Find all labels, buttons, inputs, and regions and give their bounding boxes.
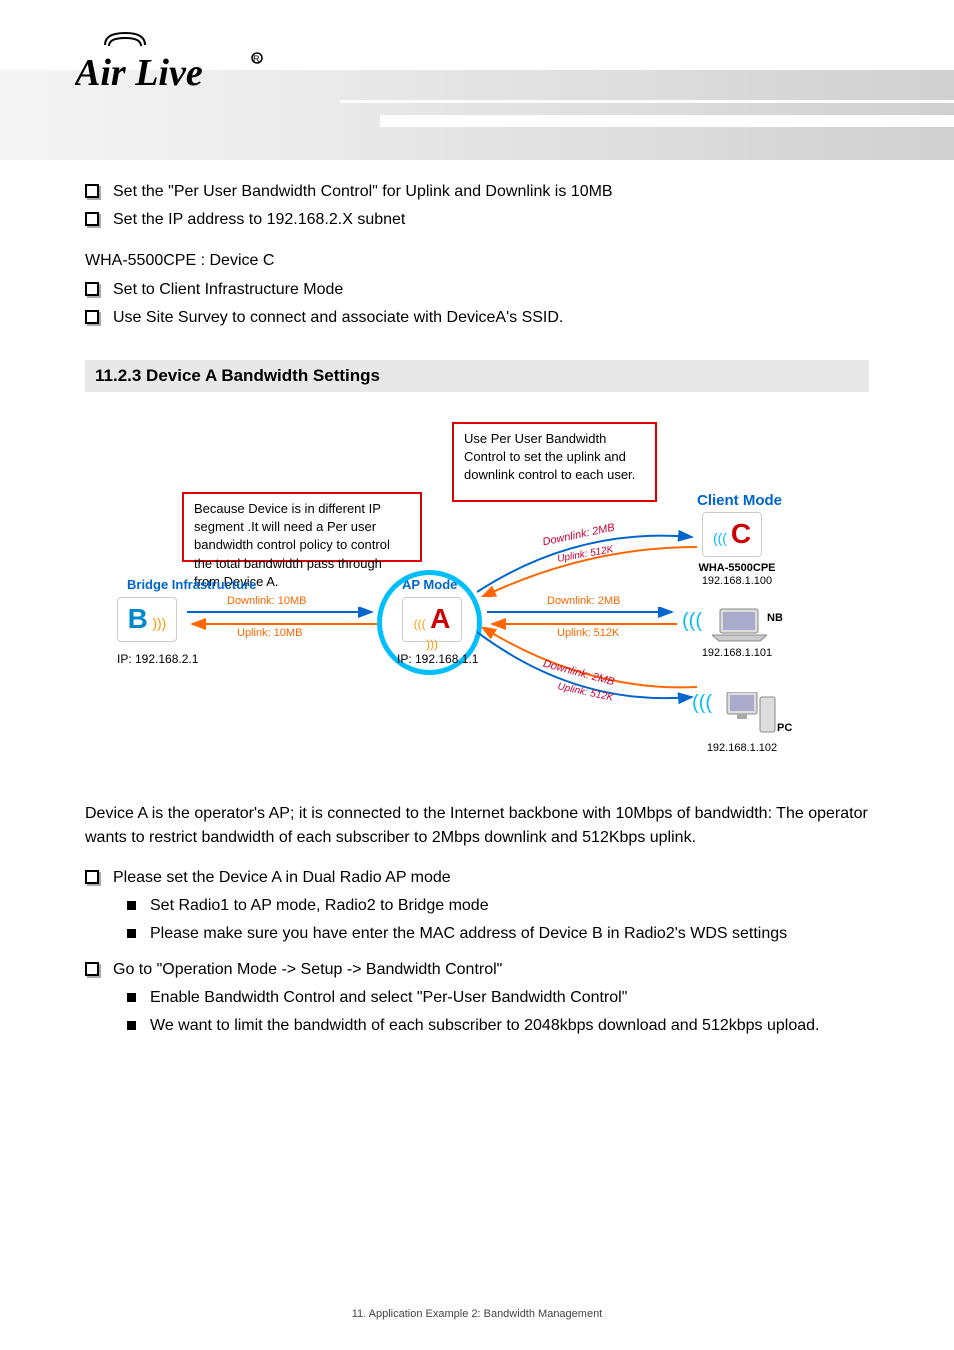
bandwidth-diagram: Because Device is in different IP segmen…	[117, 412, 837, 782]
square-icon	[127, 1021, 136, 1030]
bullet-item: Use Site Survey to connect and associate…	[85, 306, 869, 330]
uplink-10-label: Uplink: 10MB	[237, 627, 302, 639]
device-c-heading: WHA-5500CPE : Device C	[85, 252, 869, 270]
bullet-item: Set the "Per User Bandwidth Control" for…	[85, 180, 869, 204]
bullet-item: Set the IP address to 192.168.2.X subnet	[85, 208, 869, 232]
checkbox-icon	[85, 282, 99, 296]
sub-bullet-item: Set Radio1 to AP mode, Radio2 to Bridge …	[127, 894, 869, 918]
ip-nb: 192.168.1.101	[692, 647, 782, 659]
square-icon	[127, 901, 136, 910]
svg-text:R: R	[253, 54, 260, 64]
device-a-intro: Device A is the operator's AP; it is con…	[85, 802, 869, 850]
section-title: 11.2.3 Device A Bandwidth Settings	[85, 360, 869, 392]
bullet-text: Set the "Per User Bandwidth Control" for…	[113, 180, 613, 204]
node-b: B )))	[117, 597, 177, 642]
bullet-text: Set the IP address to 192.168.2.X subnet	[113, 208, 405, 232]
bullet-item: Go to "Operation Mode -> Setup -> Bandwi…	[85, 958, 869, 982]
airlive-logo: Air Live R	[75, 30, 275, 105]
sub-bullet-item: Please make sure you have enter the MAC …	[127, 922, 869, 946]
checkbox-icon	[85, 212, 99, 226]
header-stripe2	[380, 115, 954, 127]
square-icon	[127, 993, 136, 1002]
square-icon	[127, 929, 136, 938]
laptop-icon	[712, 607, 767, 642]
sub-bullet-text: Set Radio1 to AP mode, Radio2 to Bridge …	[150, 894, 489, 918]
ip-pc: 192.168.1.102	[697, 742, 787, 754]
sub-bullet-item: Enable Bandwidth Control and select "Per…	[127, 986, 869, 1010]
checkbox-icon	[85, 962, 99, 976]
bullet-text: Use Site Survey to connect and associate…	[113, 306, 563, 330]
bridge-label: Bridge Infrastructure	[127, 577, 256, 592]
bullet-item: Please set the Device A in Dual Radio AP…	[85, 866, 869, 890]
checkbox-icon	[85, 870, 99, 884]
node-c-letter: C	[731, 518, 751, 549]
page-footer: 11. Application Example 2: Bandwidth Man…	[0, 1308, 954, 1320]
sub-bullet-text: Enable Bandwidth Control and select "Per…	[150, 986, 627, 1010]
node-b-letter: B	[128, 603, 148, 634]
nb-label: NB	[767, 612, 783, 624]
sub-bullet-text: Please make sure you have enter the MAC …	[150, 922, 787, 946]
svg-text:Air Live: Air Live	[75, 52, 203, 94]
sub-bullet-item: We want to limit the bandwidth of each s…	[127, 1014, 869, 1038]
pc-icon	[722, 692, 777, 737]
sub-bullet-text: We want to limit the bandwidth of each s…	[150, 1014, 819, 1038]
pc-label: PC	[777, 722, 792, 734]
bullet-text: Please set the Device A in Dual Radio AP…	[113, 866, 451, 890]
downlink-10-label: Downlink: 10MB	[227, 595, 306, 607]
bullet-item: Set to Client Infrastructure Mode	[85, 278, 869, 302]
bullet-text: Set to Client Infrastructure Mode	[113, 278, 343, 302]
client-mode-label: Client Mode	[697, 492, 782, 509]
checkbox-icon	[85, 184, 99, 198]
node-c: ((( C	[702, 512, 762, 557]
red-annotation-left: Because Device is in different IP segmen…	[182, 492, 422, 562]
red-annotation-right: Use Per User Bandwidth Control to set th…	[452, 422, 657, 502]
checkbox-icon	[85, 310, 99, 324]
wifi-icon-pc: (((	[692, 692, 712, 715]
node-a-letter: A	[430, 603, 450, 634]
bullet-text: Go to "Operation Mode -> Setup -> Bandwi…	[113, 958, 502, 982]
wha-label: WHA-5500CPE	[687, 562, 787, 574]
node-a: ((( A )))	[402, 597, 462, 642]
ip-c: 192.168.1.100	[687, 575, 787, 587]
ip-a: IP: 192.168.1.1	[397, 652, 478, 666]
ip-b: IP: 192.168.2.1	[117, 652, 198, 666]
wifi-icon-nb: (((	[682, 610, 702, 633]
header-stripe	[340, 100, 954, 103]
